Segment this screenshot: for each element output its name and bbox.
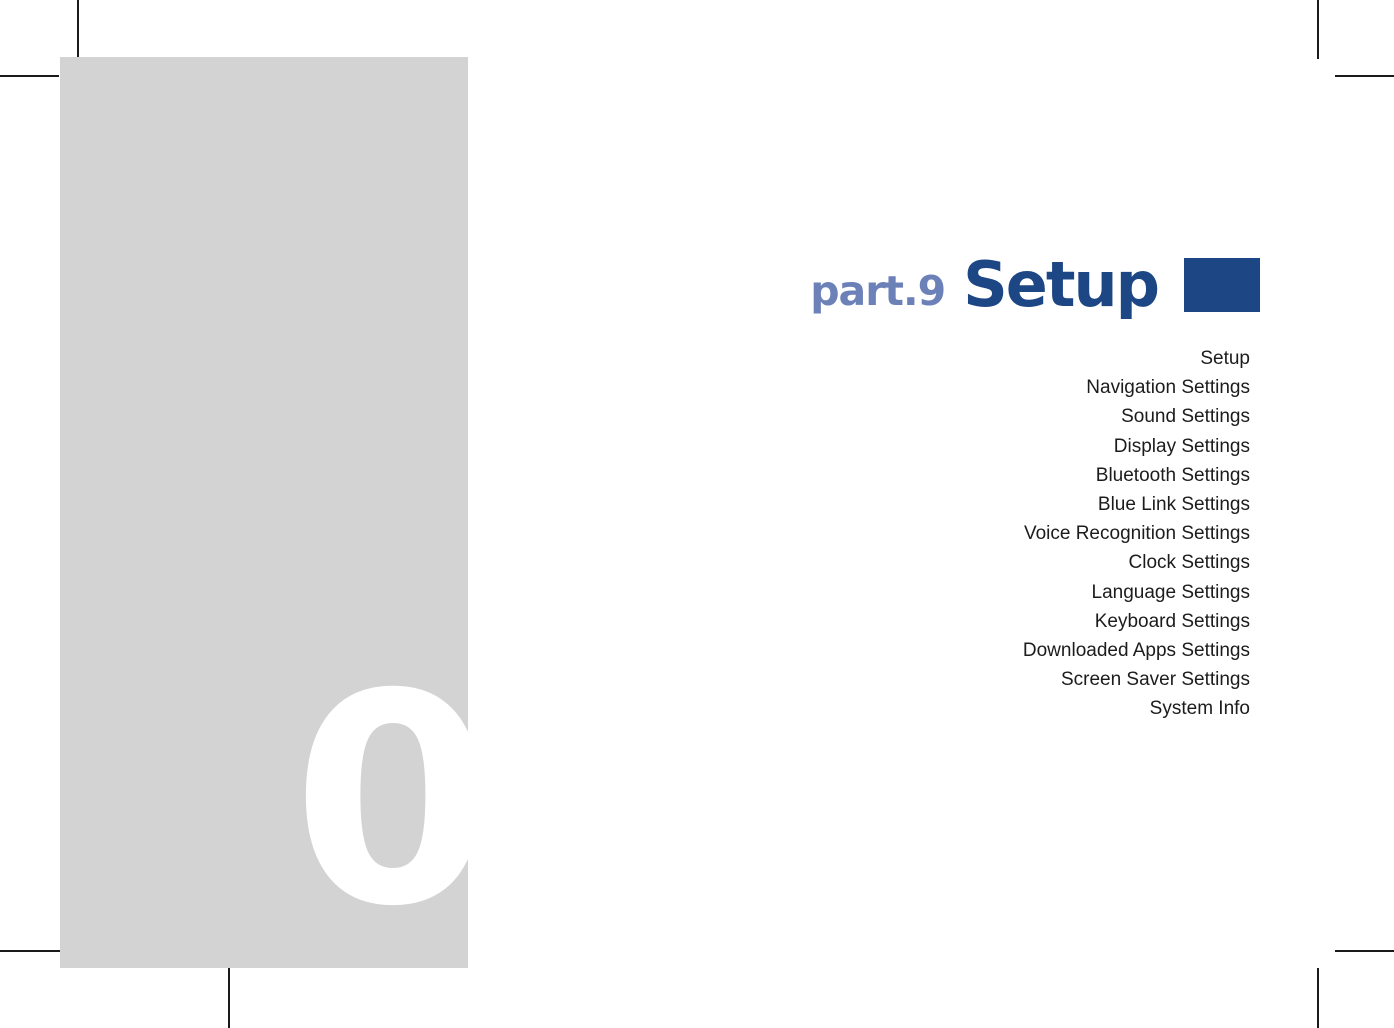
list-item[interactable]: Bluetooth Settings (700, 461, 1250, 490)
crop-mark-bottom-right-horizontal (1335, 950, 1394, 952)
part-heading: part.9 Setup (700, 240, 1260, 330)
list-item[interactable]: Keyboard Settings (700, 607, 1250, 636)
list-item[interactable]: Setup (700, 344, 1250, 373)
list-item[interactable]: Navigation Settings (700, 373, 1250, 402)
list-item[interactable]: Downloaded Apps Settings (700, 636, 1250, 665)
crop-mark-top-left-horizontal (0, 75, 59, 77)
crop-mark-bottom-left-vertical (228, 968, 230, 1028)
list-item[interactable]: Sound Settings (700, 402, 1250, 431)
list-item[interactable]: Language Settings (700, 578, 1250, 607)
crop-mark-bottom-right-vertical (1317, 968, 1319, 1028)
list-item[interactable]: Clock Settings (700, 548, 1250, 577)
page-title: Setup (963, 248, 1160, 321)
accent-square (1184, 258, 1260, 312)
table-of-contents: Setup Navigation Settings Sound Settings… (700, 344, 1250, 724)
part-label: part.9 (810, 266, 946, 315)
list-item[interactable]: System Info (700, 694, 1250, 723)
list-item[interactable]: Screen Saver Settings (700, 665, 1250, 694)
page-canvas: 09 part.9 Setup Setup Navigation Setting… (0, 0, 1394, 1028)
list-item[interactable]: Blue Link Settings (700, 490, 1250, 519)
crop-mark-top-left-vertical (77, 0, 79, 59)
crop-mark-top-right-vertical (1317, 0, 1319, 59)
list-item[interactable]: Voice Recognition Settings (700, 519, 1250, 548)
list-item[interactable]: Display Settings (700, 432, 1250, 461)
chapter-number: 09 (292, 632, 468, 968)
crop-mark-top-right-horizontal (1335, 75, 1394, 77)
chapter-content: part.9 Setup Setup Navigation Settings S… (700, 240, 1260, 724)
chapter-panel: 09 (60, 57, 468, 968)
